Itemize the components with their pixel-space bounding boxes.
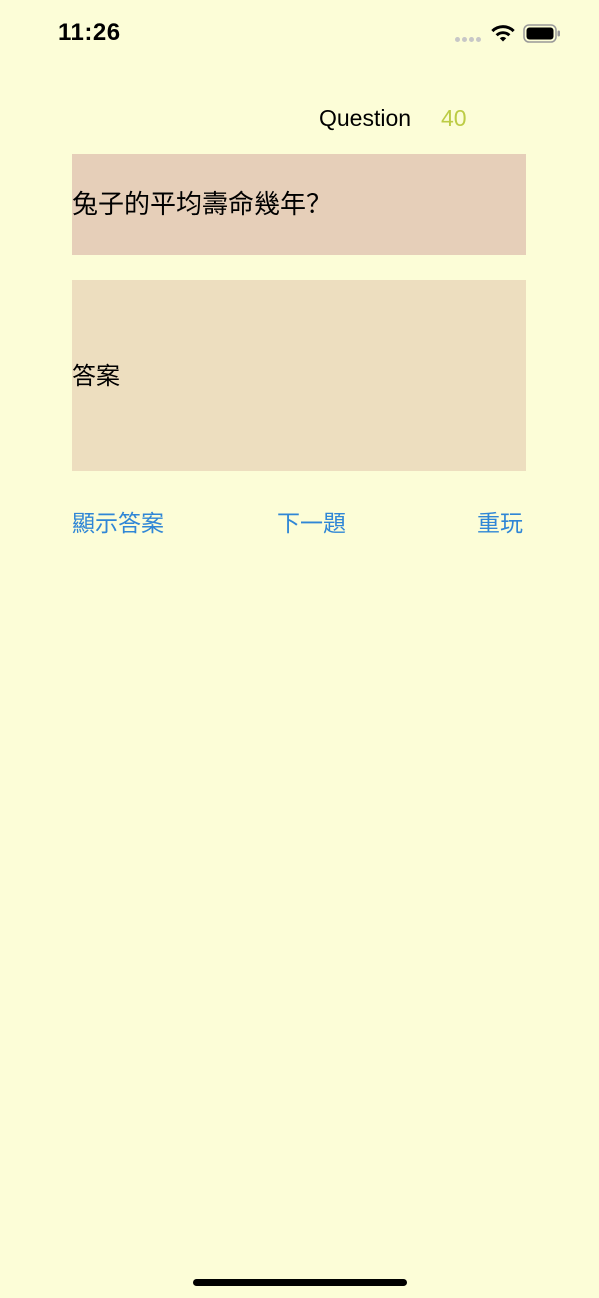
question-text: 兔子的平均壽命幾年？ [72, 189, 333, 220]
status-time: 11:26 [58, 19, 121, 46]
replay-button[interactable]: 重玩 [477, 504, 523, 538]
battery-icon [523, 24, 560, 43]
wifi-icon [491, 25, 515, 42]
question-number: 40 [441, 105, 467, 131]
answer-text: 答案 [72, 361, 120, 390]
question-card: 兔子的平均壽命幾年？ [72, 154, 526, 255]
home-indicator[interactable] [193, 1279, 407, 1286]
question-label: Question [319, 105, 412, 131]
signal-dots-icon [455, 37, 483, 43]
next-question-button[interactable]: 下一題 [277, 504, 346, 538]
answer-card: 答案 [72, 280, 526, 471]
show-answer-button[interactable]: 顯示答案 [72, 504, 164, 538]
